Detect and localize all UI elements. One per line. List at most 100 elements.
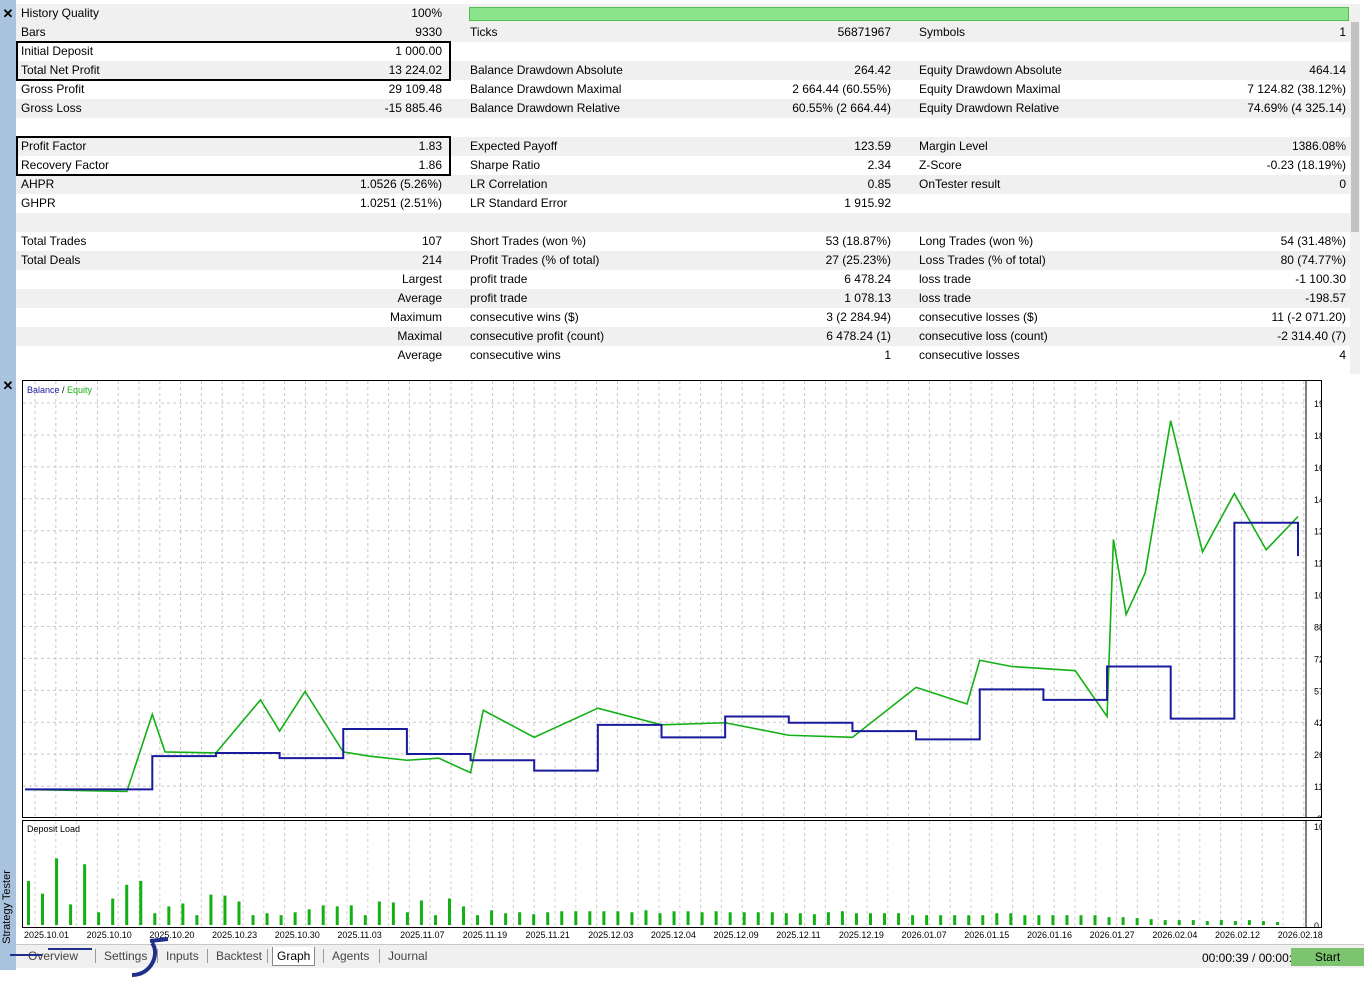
- deposit-load-bar: [995, 913, 999, 925]
- deposit-load-bar: [1009, 913, 1013, 925]
- stat-value: 74.69% (4 325.14): [1247, 101, 1346, 115]
- tab-journal[interactable]: Journal: [384, 947, 431, 966]
- stat-value: 3 (2 284.94): [826, 310, 891, 324]
- deposit-load-bar: [784, 913, 788, 925]
- y-tick-label: 14951: [1314, 495, 1322, 505]
- stat-label: Z-Score: [919, 158, 962, 172]
- tab-agents[interactable]: Agents: [328, 947, 373, 966]
- stat-value: -2 314.40 (7): [1277, 329, 1346, 343]
- x-tick-label: 2025.10.23: [212, 930, 257, 940]
- deposit-load-bar: [490, 910, 494, 925]
- deposit-load-bar: [1051, 915, 1055, 925]
- close-stats-icon[interactable]: ✕: [2, 7, 14, 20]
- deposit-load-bar: [195, 915, 199, 925]
- stat-value: Maximal: [397, 329, 442, 343]
- deposit-load-bar: [1261, 921, 1265, 925]
- deposit-load-chart: Deposit Load 10.0% 0.0%: [22, 820, 1322, 928]
- deposit-load-bar: [321, 905, 325, 925]
- deposit-load-bar: [532, 914, 536, 925]
- x-tick-label: 2026.02.12: [1215, 930, 1260, 940]
- stats-row: AHPR 1.0526 (5.26%) LR Correlation 0.85 OnTe…: [16, 175, 1350, 194]
- y-tick-label: 13419: [1314, 527, 1322, 537]
- deposit-load-bar: [462, 906, 466, 925]
- stat-value: 107: [421, 234, 442, 248]
- start-button[interactable]: Start: [1291, 948, 1364, 966]
- tab-backtest[interactable]: Backtest: [212, 947, 266, 966]
- x-tick-label: 2025.11.03: [337, 930, 381, 940]
- deposit-load-bar: [728, 912, 732, 925]
- stat-value: 56871967: [837, 25, 891, 39]
- stats-row: Gross Loss -15 885.46 Balance Drawdown Rel…: [16, 99, 1350, 118]
- stat-label: Total Trades: [21, 234, 87, 248]
- stat-value: 9330: [415, 25, 442, 39]
- stats-row: GHPR 1.0251 (2.51%) LR Standard Error 1 915…: [16, 194, 1350, 213]
- stats-row: [16, 118, 1350, 137]
- deposit-load-bar: [672, 911, 676, 925]
- stat-value: Average: [397, 291, 442, 305]
- close-chart-icon[interactable]: ✕: [2, 379, 14, 392]
- deposit-load-bar: [335, 906, 339, 925]
- scrollbar-thumb[interactable]: [1351, 22, 1359, 232]
- y-tick-label: 16483: [1314, 463, 1322, 473]
- deposit-load-bar: [27, 880, 30, 925]
- stat-value: 1.0251 (2.51%): [359, 196, 442, 210]
- stat-label: Margin Level: [919, 139, 988, 153]
- deposit-load-bar: [546, 912, 550, 925]
- deposit-load-bar: [798, 913, 802, 925]
- x-tick-label: 2025.11.07: [400, 930, 444, 940]
- y-tick-label: 2693: [1314, 750, 1322, 760]
- stat-label: Equity Drawdown Absolute: [919, 63, 1062, 77]
- y-tick-label: 11886: [1314, 559, 1322, 569]
- deposit-load-bar: [658, 913, 662, 925]
- stat-label: Long Trades (won %): [919, 234, 1034, 248]
- stat-value: 29 109.48: [388, 82, 442, 96]
- stat-label: Loss Trades (% of total): [919, 253, 1046, 267]
- deposit-load-bar: [1079, 915, 1083, 925]
- stats-row: Total Trades 107 Short Trades (won %) 53 (1…: [16, 232, 1350, 251]
- stat-label: consecutive loss (count): [919, 329, 1048, 343]
- deposit-load-bar: [756, 912, 760, 925]
- stat-value: 6 478.24 (1): [826, 329, 891, 343]
- tab-separator: [207, 949, 208, 963]
- history-quality-bar: [469, 7, 1349, 21]
- x-tick-label: 2025.12.11: [776, 930, 820, 940]
- deposit-load-bar: [279, 915, 283, 925]
- stat-value: Largest: [401, 272, 442, 286]
- deposit-load-bar: [293, 912, 297, 925]
- deposit-load-bar: [1037, 915, 1041, 925]
- side-strip: ✕ ✕ Strategy Tester: [0, 0, 16, 970]
- deposit-load-bar: [742, 912, 746, 925]
- stat-value: 2 664.44 (60.55%): [792, 82, 891, 96]
- stat-value: 1.0526 (5.26%): [359, 177, 442, 191]
- y-tick-label: 19548: [1314, 399, 1322, 409]
- stat-label: Profit Trades (% of total): [470, 253, 600, 267]
- y-tick-label: 0.0%: [1314, 921, 1322, 928]
- stat-label: Short Trades (won %): [470, 234, 587, 248]
- deposit-load-bar: [883, 913, 887, 925]
- stats-row: Gross Profit 29 109.48 Balance Drawdown Ma…: [16, 80, 1350, 99]
- deposit-load-bar: [1275, 922, 1279, 925]
- stat-value: 1: [1339, 25, 1346, 39]
- deposit-load-bar: [251, 915, 255, 925]
- stat-value: -1 100.30: [1295, 272, 1346, 286]
- stat-value: 6 478.24: [844, 272, 891, 286]
- y-tick-label: 5757: [1314, 686, 1322, 696]
- x-tick-label: 2025.11.19: [463, 930, 507, 940]
- deposit-load-bar: [574, 911, 578, 925]
- tab-graph[interactable]: Graph: [272, 947, 316, 966]
- y-tick-label: 10.0%: [1314, 822, 1322, 832]
- y-tick-label: 18015: [1314, 431, 1322, 441]
- y-tick-label: 7289: [1314, 654, 1322, 664]
- deposit-load-bar: [812, 914, 816, 925]
- deposit-load-bar: [1135, 918, 1139, 925]
- stat-value: Maximum: [389, 310, 442, 324]
- stat-value: 54 (31.48%): [1280, 234, 1346, 248]
- stats-scrollbar[interactable]: [1350, 4, 1360, 374]
- deposit-load-bar: [588, 911, 592, 925]
- deposit-load-bar: [630, 912, 634, 925]
- stat-value: 123.59: [854, 139, 891, 153]
- deposit-load-bar: [223, 895, 227, 925]
- deposit-load-bar: [1163, 920, 1167, 925]
- stats-row: Largest profit trade 6 478.24 loss trade -1 …: [16, 270, 1350, 289]
- deposit-load-bar: [83, 864, 87, 925]
